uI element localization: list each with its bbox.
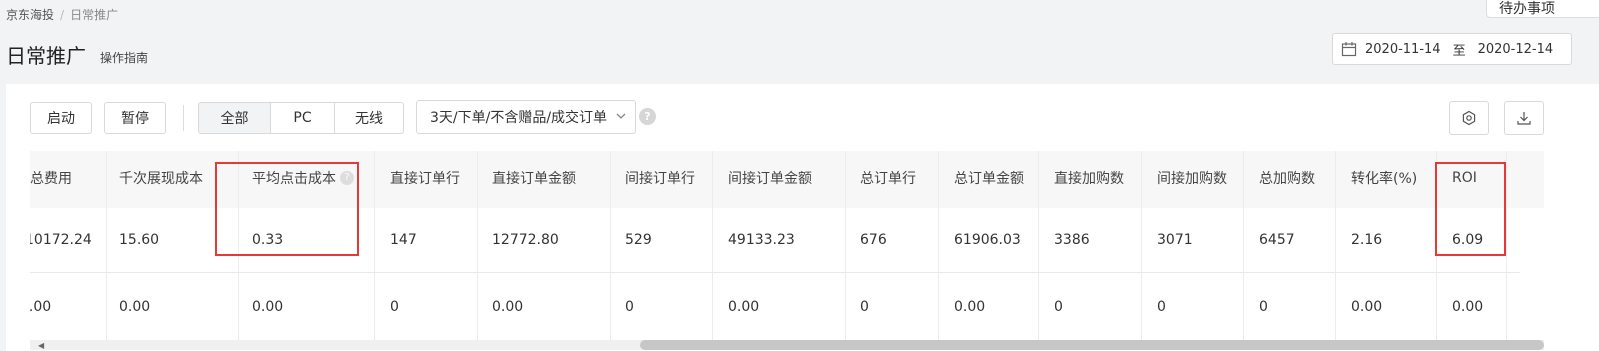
cell-total-cart: 0	[1259, 298, 1268, 315]
cell-indirect-cart: 0	[1157, 298, 1166, 315]
start-button[interactable]: 启动	[30, 102, 92, 134]
cell-total-orders: 0	[860, 298, 869, 315]
page-title: 日常推广	[6, 44, 86, 68]
scrollbar-thumb[interactable]	[640, 340, 1544, 350]
date-end[interactable]: 2020-12-14	[1478, 42, 1554, 57]
chevron-down-icon	[616, 113, 626, 119]
column-divider	[1243, 151, 1244, 340]
breadcrumb-separator: /	[60, 8, 65, 22]
column-divider	[610, 151, 611, 340]
column-divider	[1506, 151, 1507, 340]
cell-total-cart: 6457	[1259, 232, 1295, 248]
highlight-box-avg-cpc	[215, 162, 359, 256]
cell-direct-orders: 0	[390, 298, 399, 315]
cell-total-orders: 676	[860, 232, 887, 248]
cell-indirect-amount: 0.00	[728, 298, 760, 315]
cell-cpm: 0.00	[119, 298, 151, 315]
todo-button[interactable]: 待办事项	[1486, 0, 1599, 18]
column-divider	[106, 151, 107, 340]
column-divider	[845, 151, 846, 340]
help-icon[interactable]: ?	[639, 108, 656, 125]
header-total-cost[interactable]: 总费用	[30, 151, 72, 208]
column-divider	[477, 151, 478, 340]
cell-total-amount: 0.00	[954, 298, 986, 315]
header-direct-amount[interactable]: 直接订单金额	[492, 151, 576, 208]
header-total-orders[interactable]: 总订单行	[860, 151, 916, 208]
cell-avg-cpc: 0.00	[252, 298, 284, 315]
download-icon	[1517, 112, 1531, 125]
pause-button[interactable]: 暂停	[104, 102, 166, 134]
toolbar-divider	[183, 105, 184, 131]
cell-indirect-orders: 529	[625, 232, 652, 248]
cell-roi: 0.00	[1452, 298, 1484, 315]
cell-indirect-amount: 49133.23	[728, 232, 795, 248]
settings-icon	[1462, 110, 1476, 126]
column-divider	[1038, 151, 1039, 340]
column-divider	[1141, 151, 1142, 340]
breadcrumb: 京东海投 / 日常推广	[6, 6, 118, 23]
header-conversion-rate[interactable]: 转化率(%)	[1351, 151, 1417, 208]
download-button[interactable]	[1504, 101, 1544, 135]
header-indirect-cart[interactable]: 间接加购数	[1157, 151, 1227, 208]
header-indirect-amount[interactable]: 间接订单金额	[728, 151, 812, 208]
calendar-icon	[1341, 42, 1357, 57]
column-divider	[938, 151, 939, 340]
header-cpm[interactable]: 千次展现成本	[119, 151, 203, 208]
highlight-box-roi	[1435, 162, 1506, 256]
horizontal-scrollbar[interactable]: ◀	[30, 340, 1544, 350]
cell-cpm: 15.60	[119, 232, 160, 248]
cell-direct-amount: 12772.80	[492, 232, 559, 248]
segment-wireless[interactable]: 无线	[335, 103, 403, 133]
header-direct-cart[interactable]: 直接加购数	[1054, 151, 1124, 208]
column-divider	[374, 151, 375, 340]
header-indirect-orders[interactable]: 间接订单行	[625, 151, 695, 208]
segment-pc[interactable]: PC	[271, 103, 335, 133]
cell-total-amount: 61906.03	[954, 232, 1021, 248]
breadcrumb-root[interactable]: 京东海投	[6, 8, 54, 22]
cell-direct-cart: 3386	[1054, 232, 1090, 248]
table-row: 0.00 0.00 0.00 0 0.00 0 0.00 0 0.00 0 0 …	[30, 273, 1520, 340]
guide-link[interactable]: 操作指南	[100, 49, 148, 66]
column-divider	[1335, 151, 1336, 340]
cell-indirect-cart: 3071	[1157, 232, 1193, 248]
cell-direct-orders: 147	[390, 232, 417, 248]
cell-direct-amount: 0.00	[492, 298, 524, 315]
attribution-selected: 3天/下单/不含赠品/成交订单	[430, 110, 608, 126]
cell-direct-cart: 0	[1054, 298, 1063, 315]
header-total-cart[interactable]: 总加购数	[1259, 151, 1315, 208]
date-start[interactable]: 2020-11-14	[1365, 42, 1441, 57]
header-filler	[1520, 151, 1544, 208]
cell-conversion-rate: 2.16	[1351, 232, 1383, 248]
column-divider	[712, 151, 713, 340]
settings-button[interactable]	[1449, 101, 1489, 135]
cell-conversion-rate: 0.00	[1351, 298, 1383, 315]
date-range-picker[interactable]: 2020-11-14 至 2020-12-14	[1332, 33, 1572, 65]
date-to: 至	[1452, 43, 1466, 59]
header-direct-orders[interactable]: 直接订单行	[390, 151, 460, 208]
breadcrumb-current: 日常推广	[70, 8, 119, 22]
cell-total-cost: 0.00	[30, 298, 52, 315]
cell-indirect-orders: 0	[625, 298, 634, 315]
segment-all[interactable]: 全部	[199, 103, 271, 133]
attribution-dropdown[interactable]: 3天/下单/不含赠品/成交订单	[416, 100, 636, 134]
header-total-amount[interactable]: 总订单金额	[954, 151, 1024, 208]
platform-segmented-control: 全部 PC 无线	[198, 102, 404, 134]
cell-total-cost: 10172.24	[30, 232, 92, 248]
scroll-left-arrow-icon[interactable]: ◀	[38, 341, 44, 350]
